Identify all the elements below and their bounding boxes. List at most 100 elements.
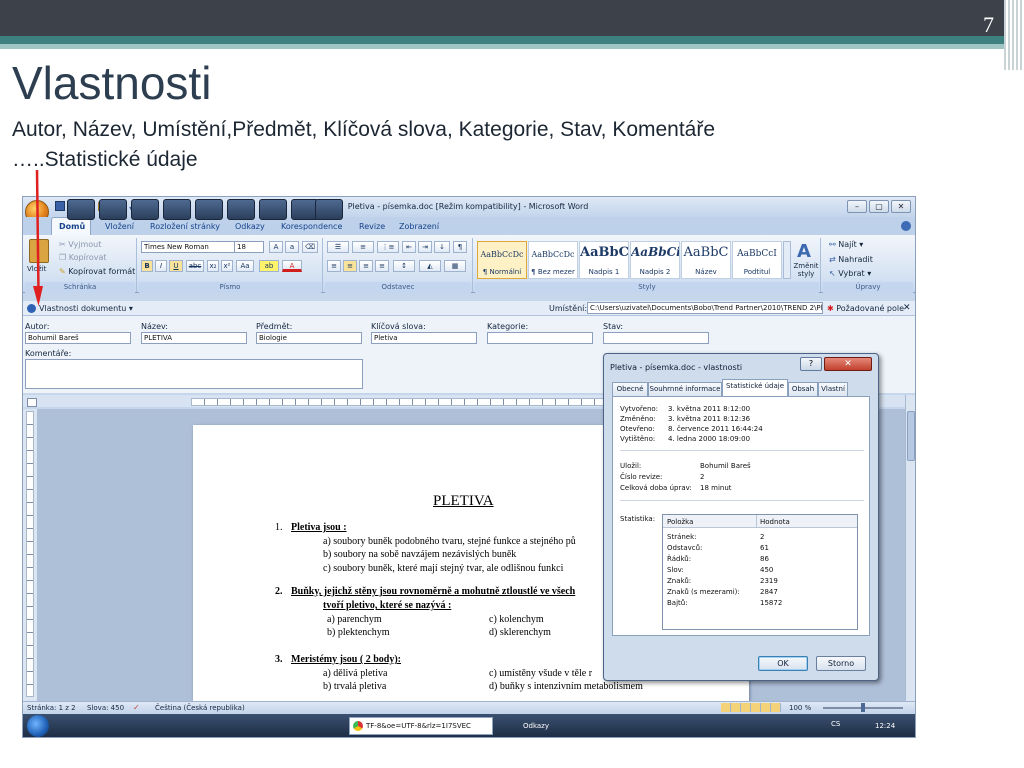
taskbar-skype-icon[interactable] [163, 199, 191, 220]
word-count[interactable]: Slova: 450 [87, 704, 124, 712]
change-case-button[interactable]: Aa [236, 260, 254, 272]
replace-button[interactable]: ⇄ Nahradit [829, 255, 873, 264]
doc-answer: a) soubory buněk podobného tvaru, stejné… [323, 536, 576, 547]
font-family-select[interactable]: Times New Roman [141, 241, 237, 253]
tab-selector-icon[interactable] [27, 398, 37, 407]
change-styles-icon: A [797, 241, 811, 262]
bold-button[interactable]: B [141, 260, 153, 272]
decrease-indent-button[interactable]: ⇤ [402, 241, 416, 253]
tab-custom[interactable]: Vlastní [818, 382, 848, 396]
borders-button[interactable]: ▦ [444, 260, 466, 272]
align-right-button[interactable]: ≡ [359, 260, 373, 272]
strikethrough-button[interactable]: abc [186, 260, 204, 272]
maximize-button[interactable]: ▢ [869, 200, 889, 213]
language-indicator[interactable]: Čeština (Česká republika) [155, 704, 245, 712]
clock[interactable]: 12:24 [875, 722, 895, 730]
style-title[interactable]: AaBbC Název [681, 241, 731, 279]
font-color-button[interactable]: A [282, 260, 302, 272]
taskbar-ie-icon[interactable] [67, 199, 95, 220]
style-heading-1[interactable]: AaBbC Nadpis 1 [579, 241, 629, 279]
scrollbar-thumb[interactable] [907, 411, 915, 461]
superscript-button[interactable]: x² [221, 260, 233, 272]
status-field[interactable] [603, 332, 709, 344]
taskbar-app-icon[interactable] [195, 199, 223, 220]
italic-button[interactable]: I [155, 260, 167, 272]
dialog-close-button[interactable]: ✕ [824, 357, 872, 371]
category-field[interactable] [487, 332, 593, 344]
grow-font-button[interactable]: A [269, 241, 283, 253]
taskbar-app-icon[interactable] [259, 199, 287, 220]
help-icon[interactable] [901, 221, 911, 231]
author-field[interactable]: Bohumil Bareš [25, 332, 131, 344]
tab-review[interactable]: Revize [359, 222, 385, 231]
increase-indent-button[interactable]: ⇥ [418, 241, 432, 253]
view-buttons[interactable] [721, 703, 781, 712]
styles-scroll[interactable] [783, 241, 791, 279]
highlight-button[interactable]: ab [259, 260, 279, 272]
keywords-field[interactable]: Pletiva [371, 332, 477, 344]
taskbar-app-icon[interactable] [227, 199, 255, 220]
style-no-spacing[interactable]: AaBbCcDc ¶ Bez mezer [528, 241, 578, 279]
start-button-icon[interactable] [27, 715, 49, 737]
style-normal[interactable]: AaBbCcDc ¶ Normální [477, 241, 527, 279]
numbering-button[interactable]: ≡ [352, 241, 374, 253]
copy-button[interactable]: ❐ Kopírovat [59, 253, 107, 262]
dialog-help-button[interactable]: ? [800, 357, 822, 371]
location-field[interactable]: C:\Users\uzivatel\Documents\Bobo\Trend P… [587, 302, 823, 314]
tab-summary[interactable]: Souhrnné informace [648, 382, 722, 396]
cut-button[interactable]: ✂ Vyjmout [59, 240, 101, 249]
font-size-select[interactable]: 18 [234, 241, 264, 253]
subject-field[interactable]: Biologie [256, 332, 362, 344]
select-button[interactable]: ↖ Vybrat ▾ [829, 269, 871, 278]
shrink-font-button[interactable]: a [285, 241, 299, 253]
shading-button[interactable]: ◭ [419, 260, 441, 272]
clear-format-button[interactable]: ⌫ [302, 241, 318, 253]
tab-page-layout[interactable]: Rozložení stránky [150, 222, 220, 231]
page-count[interactable]: Stránka: 1 z 2 [27, 704, 76, 712]
justify-button[interactable]: ≡ [375, 260, 389, 272]
tab-mailings[interactable]: Korespondence [281, 222, 342, 231]
tab-view[interactable]: Zobrazení [399, 222, 439, 231]
tab-references[interactable]: Odkazy [235, 222, 265, 231]
change-styles-button[interactable]: Změnit styly [793, 262, 819, 278]
links-toolbar[interactable]: Odkazy [523, 722, 549, 730]
cancel-button[interactable]: Storno [816, 656, 866, 671]
tab-general[interactable]: Obecné [612, 382, 648, 396]
comments-field[interactable] [25, 359, 363, 389]
sort-button[interactable]: ↓ [434, 241, 450, 253]
doc-answer: d) sklerenchym [489, 627, 551, 638]
format-painter-button[interactable]: ✎ Kopírovat formát [59, 267, 135, 276]
modified-label: Změněno: [620, 415, 656, 423]
doc-properties-menu[interactable]: Vlastnosti dokumentu ▾ [39, 304, 133, 313]
tab-contents[interactable]: Obsah [788, 382, 818, 396]
taskbar-app-icon[interactable] [131, 199, 159, 220]
group-separator [136, 238, 137, 292]
taskbar-app-icon[interactable] [315, 199, 343, 220]
show-marks-button[interactable]: ¶ [453, 241, 467, 253]
taskbar-media-icon[interactable] [99, 199, 127, 220]
minimize-button[interactable]: – [847, 200, 867, 213]
tab-home[interactable]: Domů [59, 222, 85, 231]
style-subtitle[interactable]: AaBbCcI Podtitul [732, 241, 782, 279]
find-button[interactable]: ⚯ Najít ▾ [829, 240, 863, 249]
multilevel-list-button[interactable]: ⋮≡ [377, 241, 399, 253]
zoom-slider-thumb[interactable] [861, 703, 865, 712]
save-icon[interactable] [55, 201, 65, 211]
subscript-button[interactable]: x₂ [207, 260, 219, 272]
align-center-button[interactable]: ≡ [343, 260, 357, 272]
proofing-icon[interactable]: ✓ [133, 703, 140, 712]
tab-statistics[interactable]: Statistické údaje [722, 379, 788, 396]
zoom-level[interactable]: 100 % [789, 704, 811, 712]
tab-insert[interactable]: Vložení [105, 222, 134, 231]
ok-button[interactable]: OK [758, 656, 808, 671]
line-spacing-button[interactable]: ↕ [393, 260, 415, 272]
bullets-button[interactable]: ☰ [327, 241, 349, 253]
close-button[interactable]: ✕ [891, 200, 911, 213]
align-left-button[interactable]: ≡ [327, 260, 341, 272]
title-field[interactable]: PLETIVA [141, 332, 247, 344]
underline-button[interactable]: U [169, 260, 183, 272]
close-panel-icon[interactable]: ✕ [903, 303, 911, 313]
browser-address-bar[interactable]: TF-8&oe=UTF-8&rlz=1I7SVEC [349, 717, 493, 735]
input-language[interactable]: CS [831, 720, 840, 728]
style-heading-2[interactable]: AaBbCi Nadpis 2 [630, 241, 680, 279]
